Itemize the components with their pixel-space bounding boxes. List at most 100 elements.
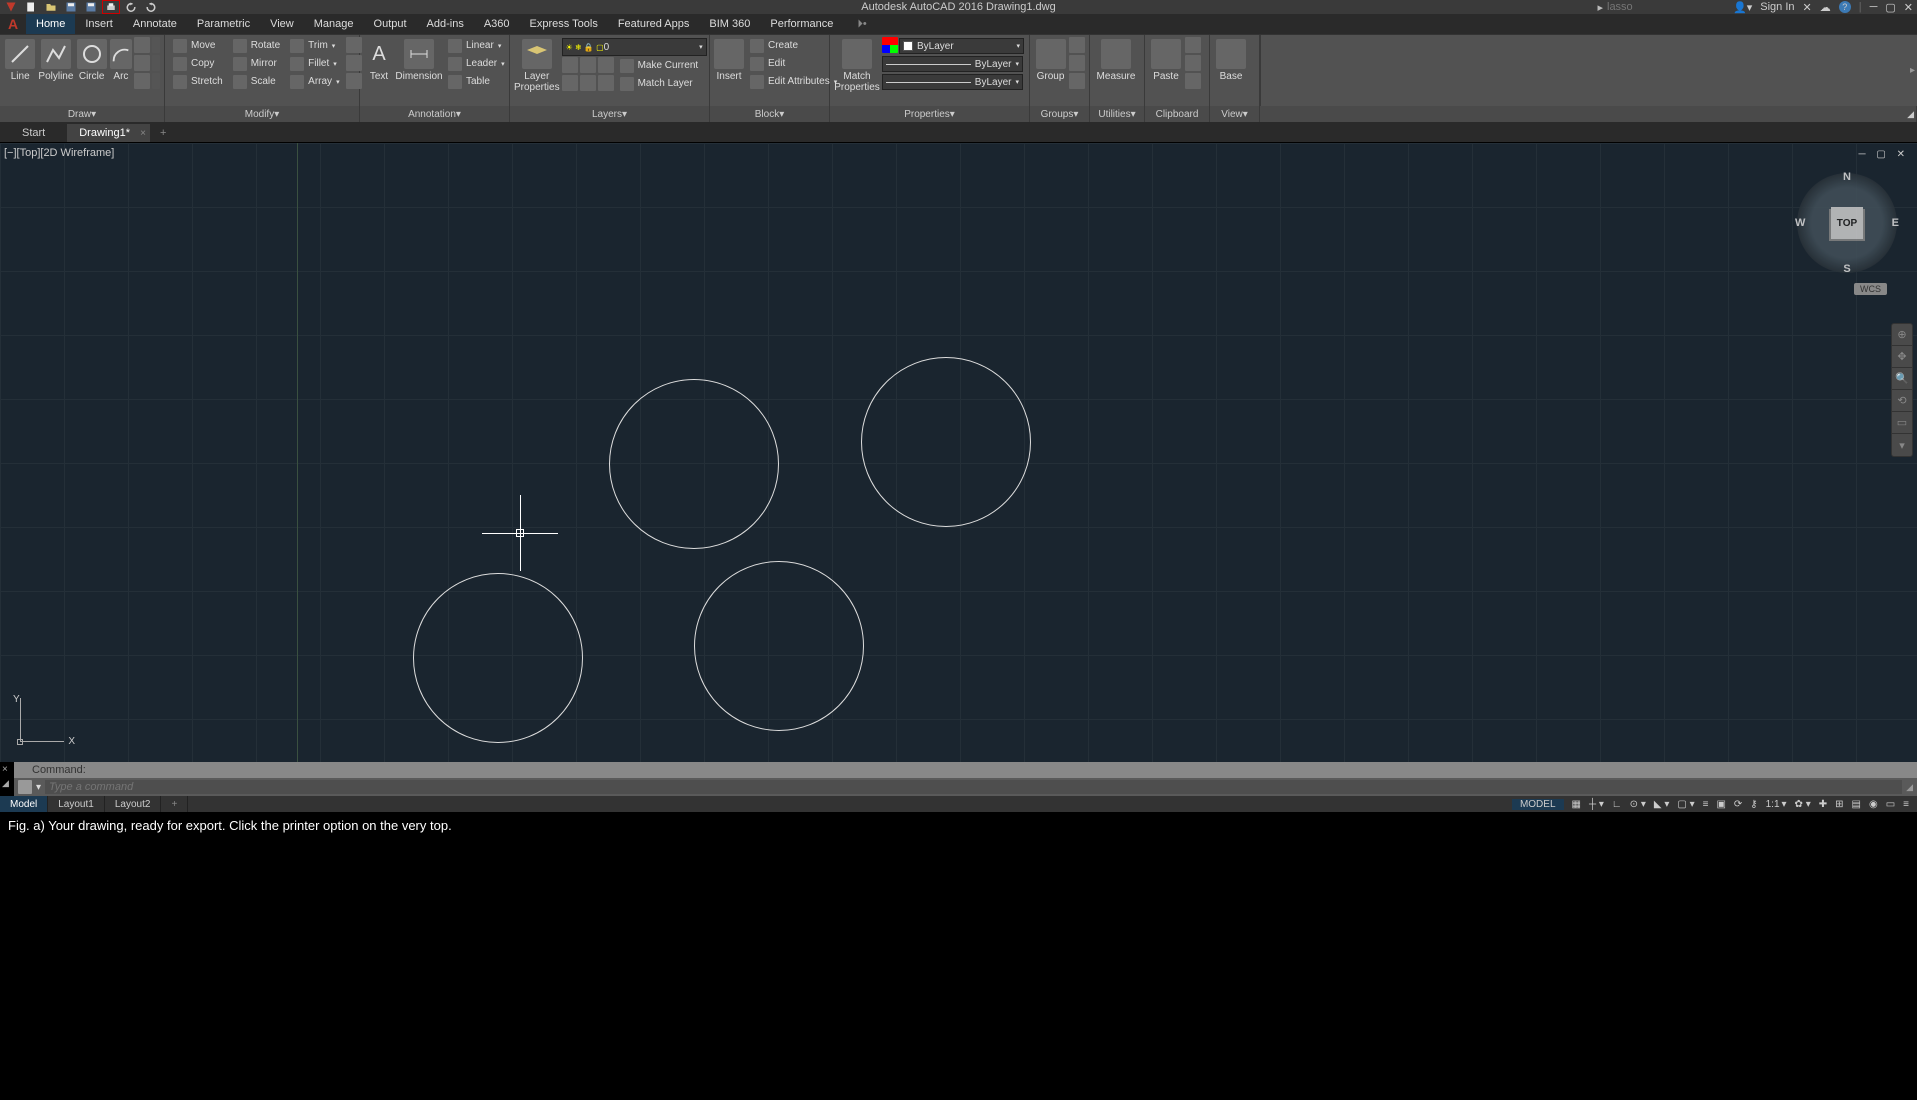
- search-box[interactable]: ▸: [1597, 1, 1687, 14]
- status-cleanscreen-icon[interactable]: ▭: [1886, 799, 1895, 810]
- redo-icon[interactable]: [142, 0, 160, 14]
- group-icon2[interactable]: [1069, 55, 1085, 71]
- layer-icon2[interactable]: [580, 57, 596, 73]
- ribbon-collapse-icon[interactable]: ▸: [1910, 65, 1915, 76]
- dropdown-icon[interactable]: [152, 73, 160, 89]
- status-hwaccel-icon[interactable]: ▤: [1852, 799, 1861, 810]
- copy-clip-icon[interactable]: [1185, 55, 1201, 71]
- layout-model[interactable]: Model: [0, 796, 48, 812]
- line-button[interactable]: Line: [4, 37, 36, 93]
- menu-addins[interactable]: Add-ins: [417, 14, 474, 34]
- text-button[interactable]: AText: [364, 37, 394, 93]
- print-icon[interactable]: [102, 0, 120, 14]
- trim-button[interactable]: Trim▾: [286, 37, 343, 54]
- layer-icon4[interactable]: [562, 75, 578, 91]
- new-icon[interactable]: [22, 0, 40, 14]
- status-scale-dropdown[interactable]: 1:1 ▾: [1766, 799, 1787, 810]
- menu-insert[interactable]: Insert: [75, 14, 123, 34]
- close-icon[interactable]: ✕: [1904, 1, 1913, 14]
- status-grid-icon[interactable]: ▦: [1572, 799, 1581, 810]
- circle-object[interactable]: [609, 379, 779, 549]
- menu-view[interactable]: View: [260, 14, 304, 34]
- table-button[interactable]: Table: [444, 73, 509, 90]
- wcs-dropdown[interactable]: WCS: [1854, 283, 1887, 295]
- label-view[interactable]: View▾: [1210, 106, 1260, 122]
- menu-home[interactable]: Home: [26, 14, 75, 34]
- ribbon-expand-icon[interactable]: ⏵•: [847, 14, 876, 34]
- arc-button[interactable]: Arc: [110, 37, 132, 93]
- dimension-button[interactable]: Dimension: [396, 37, 442, 93]
- circle-object[interactable]: [413, 573, 583, 743]
- match-properties-button[interactable]: Match Properties: [834, 37, 880, 93]
- fillet-button[interactable]: Fillet▾: [286, 55, 343, 72]
- maximize-icon[interactable]: ▢: [1885, 1, 1895, 14]
- signin-button[interactable]: Sign In: [1760, 1, 1794, 13]
- scale-button[interactable]: Scale: [229, 73, 284, 90]
- layout-add[interactable]: +: [161, 796, 188, 812]
- layer-icon3[interactable]: [598, 57, 614, 73]
- layer-properties-button[interactable]: Layer Properties: [514, 37, 560, 93]
- tab-drawing1[interactable]: Drawing1*×: [67, 124, 150, 142]
- status-polar-icon[interactable]: ⊙ ▾: [1630, 799, 1646, 810]
- nav-settings-icon[interactable]: ▾: [1892, 434, 1912, 456]
- menu-expresstools[interactable]: Express Tools: [520, 14, 608, 34]
- linear-button[interactable]: Linear▾: [444, 37, 509, 54]
- menu-a360[interactable]: A360: [474, 14, 520, 34]
- layer-dropdown[interactable]: ☀ ❄ 🔒 ▢ 0▾: [562, 38, 707, 56]
- label-utilities[interactable]: Utilities▾: [1090, 106, 1145, 122]
- group-button[interactable]: Group: [1034, 37, 1067, 93]
- circle-object[interactable]: [861, 357, 1031, 527]
- saveas-icon[interactable]: [82, 0, 100, 14]
- move-button[interactable]: Move: [169, 37, 227, 54]
- dropdown-icon[interactable]: [152, 37, 160, 53]
- status-workspace-icon[interactable]: ⊞: [1835, 799, 1843, 810]
- layer-icon5[interactable]: [580, 75, 596, 91]
- viewcube[interactable]: N S E W TOP: [1797, 173, 1897, 273]
- circle-button[interactable]: Circle: [75, 37, 107, 93]
- menu-annotate[interactable]: Annotate: [123, 14, 187, 34]
- app-menu-icon[interactable]: [2, 0, 20, 14]
- status-transparency-icon[interactable]: ▣: [1716, 799, 1725, 810]
- undo-icon[interactable]: [122, 0, 140, 14]
- status-annoscale-icon[interactable]: ⚷: [1750, 799, 1757, 810]
- viewport-window-controls[interactable]: ─ ▢ ✕: [1859, 149, 1909, 160]
- match-layer-button[interactable]: Match Layer: [616, 75, 703, 92]
- layout-layout1[interactable]: Layout1: [48, 796, 105, 812]
- exchange-icon[interactable]: ✕: [1803, 1, 1812, 14]
- layer-icon6[interactable]: [598, 75, 614, 91]
- group-icon1[interactable]: [1069, 37, 1085, 53]
- ellipse-icon[interactable]: [134, 55, 150, 71]
- cmd-close-icon[interactable]: ×: [2, 764, 8, 775]
- menu-featuredapps[interactable]: Featured Apps: [608, 14, 700, 34]
- label-groups[interactable]: Groups▾: [1030, 106, 1090, 122]
- label-annotation[interactable]: Annotation▾: [360, 106, 510, 122]
- group-icon3[interactable]: [1069, 73, 1085, 89]
- linetype-dropdown[interactable]: ByLayer▾: [882, 74, 1023, 90]
- label-block[interactable]: Block▾: [710, 106, 830, 122]
- menu-parametric[interactable]: Parametric: [187, 14, 260, 34]
- hatch-icon[interactable]: [134, 73, 150, 89]
- pan-icon[interactable]: ✥: [1892, 346, 1912, 368]
- status-isolate-icon[interactable]: ◉: [1869, 799, 1878, 810]
- menu-bim360[interactable]: BIM 360: [699, 14, 760, 34]
- view-label[interactable]: [−][Top][2D Wireframe]: [4, 147, 114, 159]
- status-isoplane-icon[interactable]: ◣ ▾: [1654, 799, 1670, 810]
- help-icon[interactable]: ?: [1839, 1, 1851, 13]
- status-ortho-icon[interactable]: ∟: [1612, 799, 1622, 810]
- layer-icon1[interactable]: [562, 57, 578, 73]
- command-line[interactable]: ▾ ◢: [14, 778, 1917, 796]
- polyline-button[interactable]: Polyline: [38, 37, 73, 93]
- status-cycling-icon[interactable]: ⟳: [1734, 799, 1742, 810]
- stretch-button[interactable]: Stretch: [169, 73, 227, 90]
- ribbon-anchor-icon[interactable]: ◢: [1907, 109, 1914, 120]
- label-modify[interactable]: Modify▾: [165, 106, 360, 122]
- zoom-icon[interactable]: 🔍: [1892, 368, 1912, 390]
- drawing-canvas[interactable]: [−][Top][2D Wireframe] ─ ▢ ✕ Y X N S E W…: [0, 142, 1917, 762]
- label-draw[interactable]: Draw▾: [0, 106, 165, 122]
- tab-add[interactable]: +: [152, 124, 174, 142]
- ucs-icon[interactable]: Y X: [10, 697, 65, 752]
- minimize-icon[interactable]: ─: [1870, 1, 1878, 13]
- paste-button[interactable]: Paste: [1149, 37, 1183, 93]
- edit-button[interactable]: Edit: [746, 55, 841, 72]
- edit-attributes-button[interactable]: Edit Attributes▾: [746, 73, 841, 90]
